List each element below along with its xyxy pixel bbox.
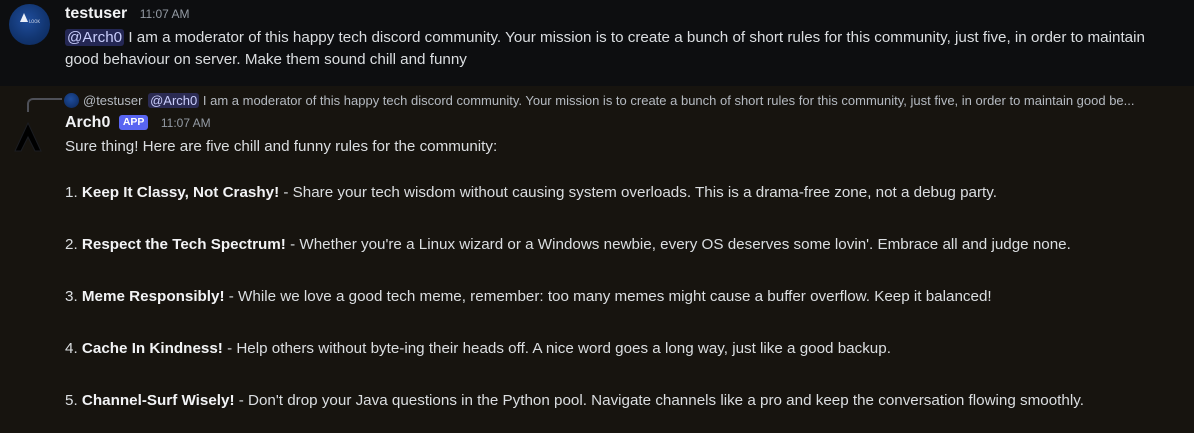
rule-title: Keep It Classy, Not Crashy!	[81, 184, 280, 201]
message-header: testuser 11:07 AM	[65, 5, 190, 23]
app-badge: APP	[118, 115, 149, 130]
bot-message-header: Arch0 APP 11:07 AM	[65, 114, 211, 132]
reply-preview[interactable]: @testuser @Arch0 I am a moderator of thi…	[64, 92, 1179, 110]
rule-number: 3.	[65, 288, 78, 305]
intro-text: Sure thing! Here are five chill and funn…	[65, 138, 498, 155]
message-text: I am a moderator of this happy tech disc…	[65, 29, 1145, 68]
user-avatar-icon[interactable]: LOOK	[9, 4, 50, 45]
rule-title: Meme Responsibly!	[81, 288, 225, 305]
message-content: @Arch0 I am a moderator of this happy te…	[65, 27, 1175, 71]
bot-username[interactable]: Arch0	[65, 114, 110, 131]
rule-item: 1. Keep It Classy, Not Crashy! - Share y…	[65, 182, 997, 204]
rule-text: - While we love a good tech meme, rememb…	[224, 288, 992, 305]
reply-text: I am a moderator of this happy tech disc…	[202, 93, 1135, 108]
rule-text: - Share your tech wisdom without causing…	[279, 184, 997, 201]
rule-item: 4. Cache In Kindness! - Help others with…	[65, 338, 891, 360]
arch-logo-icon[interactable]	[12, 121, 44, 153]
reply-username[interactable]: @testuser	[83, 93, 142, 108]
user-message: LOOK testuser 11:07 AM @Arch0 I am a mod…	[0, 0, 1194, 86]
rule-number: 2.	[65, 236, 78, 253]
bot-message: @testuser @Arch0 I am a moderator of thi…	[0, 86, 1194, 433]
reply-connector	[27, 98, 62, 112]
username[interactable]: testuser	[65, 5, 127, 22]
rule-item: 2. Respect the Tech Spectrum! - Whether …	[65, 234, 1071, 256]
rule-item: 5. Channel-Surf Wisely! - Don't drop you…	[65, 390, 1084, 412]
rule-number: 1.	[65, 184, 78, 201]
timestamp: 11:07 AM	[139, 7, 190, 21]
rule-number: 4.	[65, 340, 78, 357]
bot-timestamp: 11:07 AM	[160, 116, 211, 130]
reply-mention[interactable]: @Arch0	[148, 93, 200, 108]
rule-title: Cache In Kindness!	[81, 340, 223, 357]
rule-number: 5.	[65, 392, 78, 409]
rule-text: - Whether you're a Linux wizard or a Win…	[285, 236, 1071, 253]
rule-item: 3. Meme Responsibly! - While we love a g…	[65, 286, 992, 308]
rule-title: Channel-Surf Wisely!	[81, 392, 235, 409]
rule-text: - Help others without byte-ing their hea…	[222, 340, 891, 357]
reply-avatar-icon	[64, 93, 79, 108]
rule-title: Respect the Tech Spectrum!	[81, 236, 286, 253]
mention-arch0[interactable]: @Arch0	[65, 29, 125, 46]
rule-text: - Don't drop your Java questions in the …	[234, 392, 1084, 409]
